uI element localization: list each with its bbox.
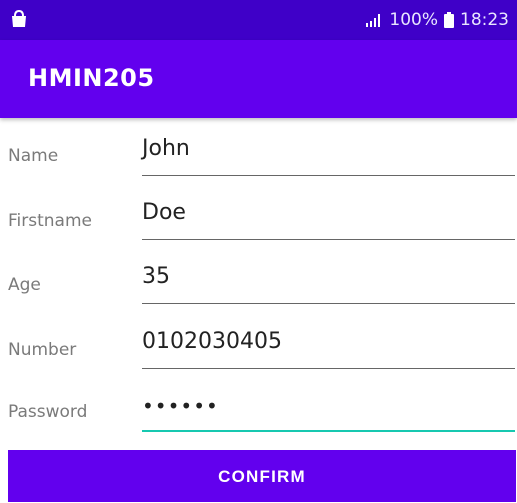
age-row: Age 35 xyxy=(0,264,517,328)
confirm-button[interactable]: CONFIRM xyxy=(8,450,516,502)
firstname-row: Firstname Doe xyxy=(0,200,517,264)
battery-percent: 100% xyxy=(389,10,438,30)
name-label: Name xyxy=(8,146,59,166)
number-underline xyxy=(142,368,515,369)
firstname-underline xyxy=(142,239,515,240)
password-row: Password •••••• xyxy=(0,392,517,456)
name-value: John xyxy=(142,136,190,161)
firstname-value: Doe xyxy=(142,200,186,225)
age-field[interactable]: 35 xyxy=(142,264,515,304)
name-row: Name John xyxy=(0,136,517,200)
age-value: 35 xyxy=(142,264,170,289)
number-label: Number xyxy=(8,340,77,360)
number-row: Number 0102030405 xyxy=(0,329,517,393)
signal-icon xyxy=(366,14,381,27)
firstname-label: Firstname xyxy=(8,211,92,231)
battery-icon xyxy=(444,12,454,28)
age-label: Age xyxy=(8,275,41,295)
app-title: HMIN205 xyxy=(28,64,155,92)
status-bar: 100% 18:23 xyxy=(0,0,517,40)
password-label: Password xyxy=(8,402,88,422)
firstname-field[interactable]: Doe xyxy=(142,200,515,240)
status-right: 100% 18:23 xyxy=(365,10,509,30)
name-field[interactable]: John xyxy=(142,136,515,176)
password-value: •••••• xyxy=(142,394,219,418)
password-underline xyxy=(142,430,515,432)
app-bar: HMIN205 xyxy=(0,40,517,118)
password-field[interactable]: •••••• xyxy=(142,392,515,432)
name-underline xyxy=(142,175,515,176)
number-field[interactable]: 0102030405 xyxy=(142,329,515,369)
shopping-bag-icon xyxy=(12,10,26,27)
age-underline xyxy=(142,303,515,304)
status-time: 18:23 xyxy=(460,10,509,30)
number-value: 0102030405 xyxy=(142,329,282,354)
